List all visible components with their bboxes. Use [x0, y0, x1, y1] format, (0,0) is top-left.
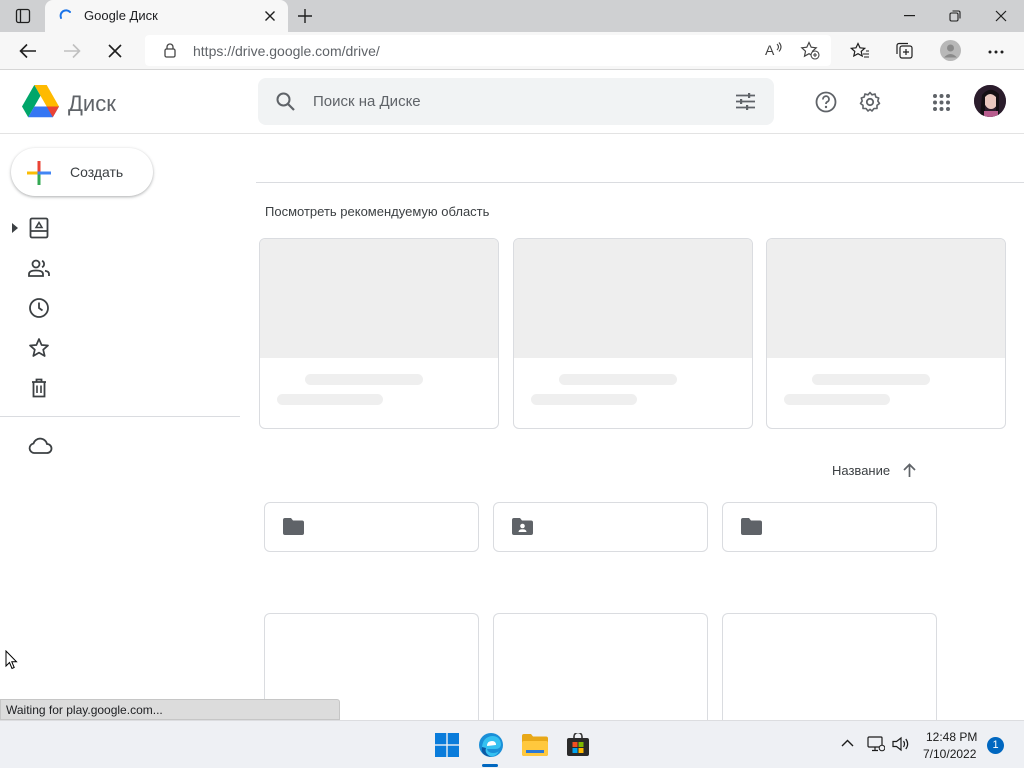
storage-cloud-icon[interactable]: [27, 434, 53, 458]
close-tab-icon[interactable]: [264, 10, 276, 22]
volume-icon[interactable]: [892, 736, 910, 752]
start-button-icon[interactable]: [435, 733, 459, 757]
network-icon[interactable]: [867, 736, 885, 752]
file-explorer-icon[interactable]: [522, 734, 548, 756]
search-icon[interactable]: [276, 92, 295, 111]
new-tab-icon[interactable]: [297, 8, 313, 24]
trash-icon[interactable]: [27, 376, 51, 400]
app-name[interactable]: Диск: [68, 91, 116, 117]
skeleton-line: [784, 394, 890, 405]
starred-icon[interactable]: [27, 336, 51, 360]
suggested-card-3[interactable]: [766, 238, 1006, 429]
skeleton-line: [277, 394, 383, 405]
create-button[interactable]: Создать: [11, 148, 153, 196]
skeleton-line: [812, 374, 930, 385]
expand-arrow-icon[interactable]: [12, 223, 18, 233]
folder-item[interactable]: [722, 502, 937, 552]
sidebar-divider: [0, 416, 240, 417]
add-favorite-icon[interactable]: [800, 41, 820, 60]
card-thumbnail-placeholder: [767, 239, 1005, 358]
folder-item[interactable]: [264, 502, 479, 552]
restore-icon[interactable]: [949, 10, 961, 22]
search-bar[interactable]: [258, 78, 774, 125]
sort-direction-arrow-icon[interactable]: [903, 463, 916, 477]
tab-actions-icon[interactable]: [15, 8, 31, 24]
folder-item[interactable]: [493, 502, 708, 552]
read-aloud-icon[interactable]: A: [765, 42, 783, 58]
search-input[interactable]: [313, 90, 693, 112]
sort-by-name-label[interactable]: Название: [832, 463, 890, 478]
drive-header: Диск: [0, 70, 1024, 134]
browser-toolbar: https://drive.google.com/drive/ A: [0, 32, 1024, 70]
tab-title: Google Диск: [84, 8, 158, 23]
notification-count-badge[interactable]: 1: [987, 737, 1004, 754]
windows-taskbar: 12:48 PM 7/10/2022 1: [0, 720, 1024, 768]
my-drive-icon[interactable]: [27, 216, 51, 240]
lock-icon[interactable]: [164, 43, 176, 58]
minimize-icon[interactable]: [904, 15, 915, 17]
recent-icon[interactable]: [27, 296, 51, 320]
shared-with-me-icon[interactable]: [27, 256, 51, 280]
main-divider: [256, 182, 1024, 183]
card-thumbnail-placeholder: [514, 239, 752, 358]
drive-logo-icon[interactable]: [22, 85, 59, 118]
folder-icon: [741, 518, 762, 535]
back-icon[interactable]: [19, 43, 37, 59]
browser-tab-strip: Google Диск: [0, 0, 1024, 32]
browser-status-bar: Waiting for play.google.com...: [0, 699, 340, 720]
settings-more-icon[interactable]: [988, 50, 1004, 54]
forward-icon[interactable]: [63, 43, 81, 59]
create-label: Создать: [70, 164, 124, 180]
suggested-card-2[interactable]: [513, 238, 753, 429]
search-options-icon[interactable]: [736, 93, 755, 110]
create-plus-icon: [27, 161, 51, 185]
suggested-card-1[interactable]: [259, 238, 499, 429]
edge-browser-icon[interactable]: [478, 732, 504, 758]
google-apps-icon[interactable]: [933, 94, 950, 111]
stop-loading-icon[interactable]: [108, 44, 122, 58]
svg-text:A: A: [765, 42, 775, 58]
browser-tab-active[interactable]: Google Диск: [45, 0, 288, 32]
account-avatar[interactable]: [974, 85, 1006, 117]
skeleton-line: [559, 374, 677, 385]
favorites-icon[interactable]: [850, 42, 870, 60]
skeleton-line: [531, 394, 637, 405]
card-thumbnail-placeholder: [260, 239, 498, 358]
active-app-indicator: [482, 764, 498, 767]
loading-spinner-icon: [59, 9, 73, 23]
address-bar[interactable]: https://drive.google.com/drive/ A: [145, 35, 831, 66]
clock-date[interactable]: 7/10/2022: [923, 747, 976, 761]
mouse-cursor-icon: [5, 650, 18, 670]
microsoft-store-icon[interactable]: [566, 733, 590, 757]
shared-folder-icon: [512, 518, 533, 535]
help-icon[interactable]: [815, 91, 837, 113]
clock-time[interactable]: 12:48 PM: [926, 730, 977, 744]
close-window-icon[interactable]: [995, 10, 1007, 22]
profile-avatar-icon[interactable]: [940, 40, 961, 61]
status-text: Waiting for play.google.com...: [6, 703, 163, 717]
folder-icon: [283, 518, 304, 535]
skeleton-line: [305, 374, 423, 385]
show-hidden-icons-chevron-icon[interactable]: [841, 739, 854, 747]
file-card[interactable]: [722, 613, 937, 723]
url-text[interactable]: https://drive.google.com/drive/: [193, 43, 380, 59]
file-card[interactable]: [493, 613, 708, 723]
collections-icon[interactable]: [895, 42, 914, 60]
settings-gear-icon[interactable]: [859, 91, 881, 113]
suggested-section-title[interactable]: Посмотреть рекомендуемую область: [265, 204, 489, 219]
